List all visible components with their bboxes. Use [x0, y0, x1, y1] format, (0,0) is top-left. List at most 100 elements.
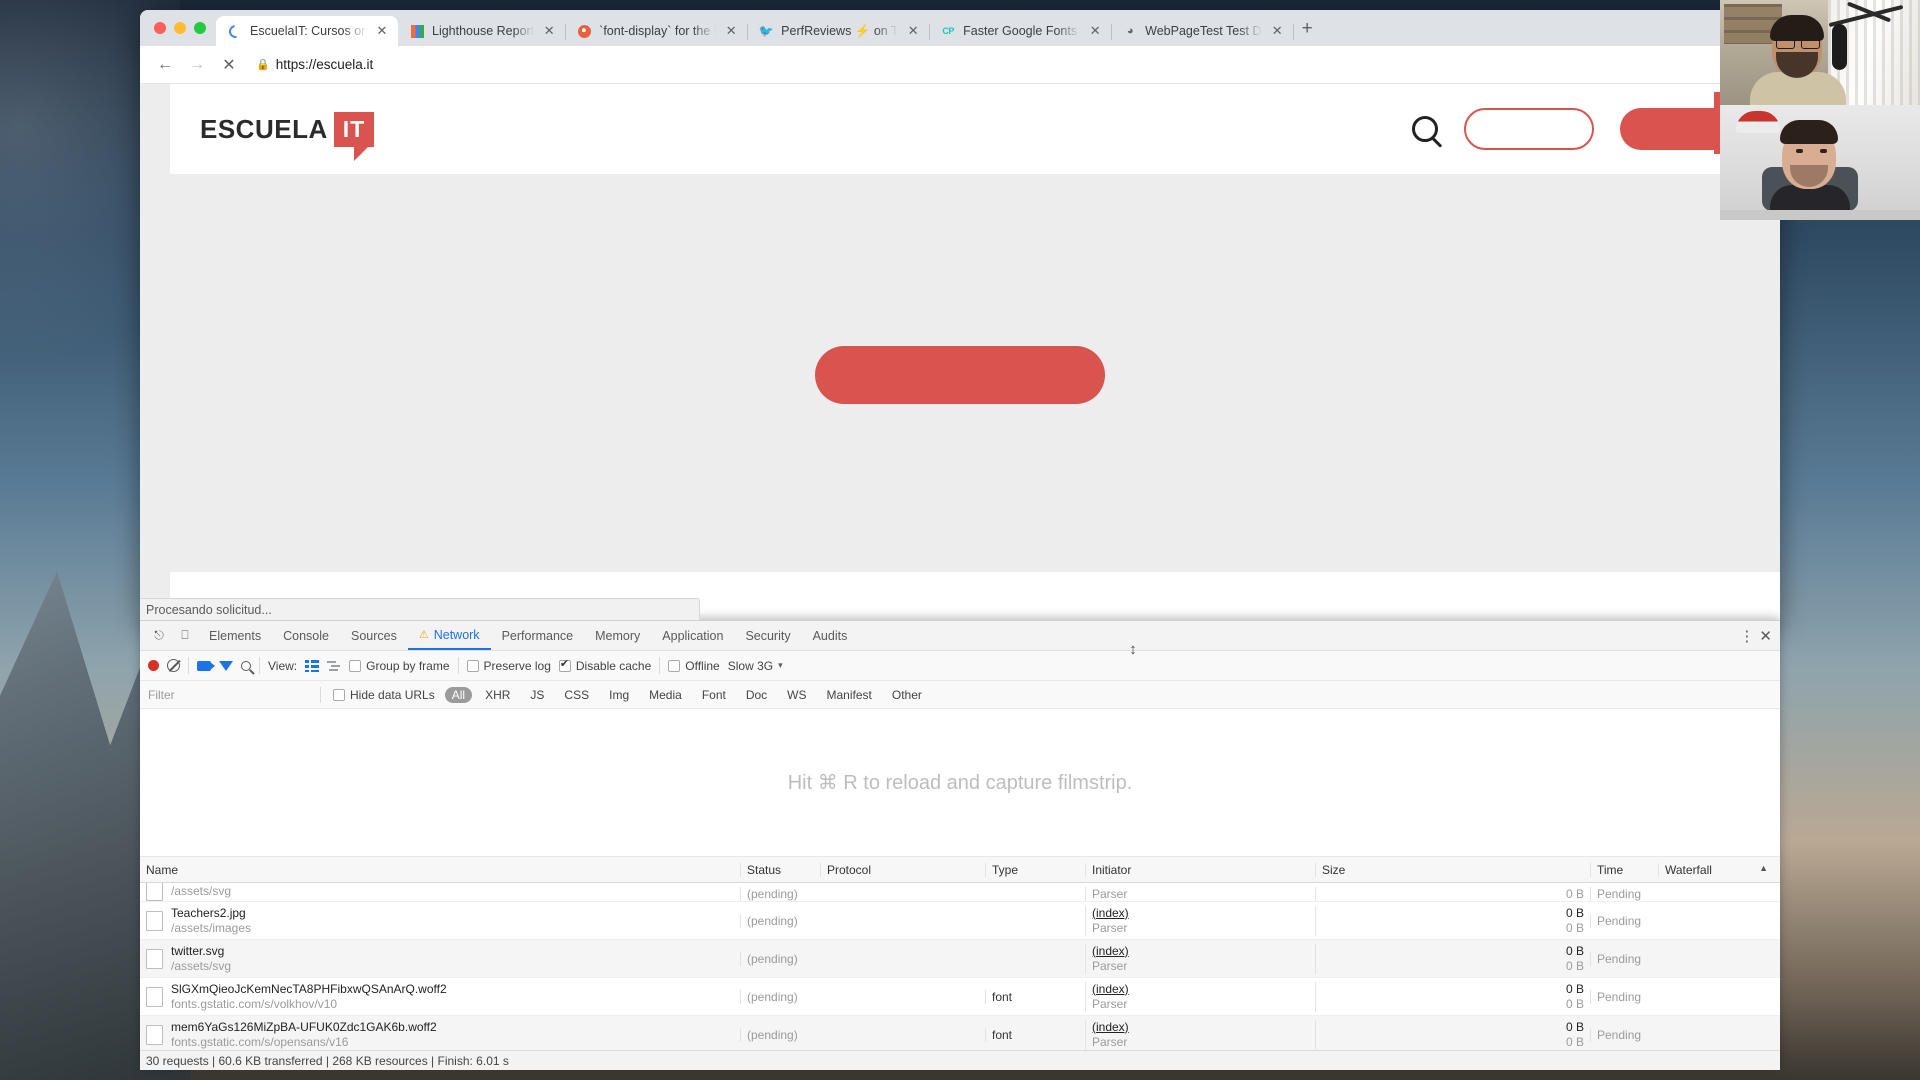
browser-tab-lighthouse-report[interactable]: Lighthouse Report ✕: [398, 16, 567, 46]
search-icon[interactable]: [1412, 116, 1438, 142]
row-initiator-link[interactable]: (index): [1092, 982, 1309, 997]
column-header-size[interactable]: Size: [1315, 862, 1590, 877]
tab-performance[interactable]: Performance: [491, 621, 585, 650]
type-filter-doc[interactable]: Doc: [739, 687, 774, 703]
browser-tab-escuelait[interactable]: EscuelaIT: Cursos online de De ✕: [216, 16, 398, 46]
hero-cta-button[interactable]: [815, 346, 1105, 404]
group-by-frame-checkbox[interactable]: Group by frame: [349, 659, 450, 673]
throttling-select[interactable]: Slow 3G ▾: [728, 659, 783, 673]
devtools-resize-handle[interactable]: ↕: [1128, 638, 1138, 660]
loading-spinner-icon: [225, 21, 245, 41]
url-bar[interactable]: 🔒 https://escuela.it: [246, 52, 1770, 78]
tab-close-icon[interactable]: ✕: [374, 23, 390, 39]
new-tab-button[interactable]: +: [1293, 15, 1321, 43]
devtools-more-options-icon[interactable]: ⋮: [1739, 627, 1755, 645]
row-initiator-link[interactable]: (index): [1092, 944, 1309, 959]
type-filter-img[interactable]: Img: [602, 687, 636, 703]
column-header-waterfall[interactable]: Waterfall ▲: [1658, 862, 1780, 877]
escuelait-logo[interactable]: ESCUELA IT: [200, 111, 375, 161]
row-name-file: Teachers2.jpg: [171, 905, 246, 920]
tab-close-icon[interactable]: ✕: [1087, 23, 1103, 39]
type-filter-media[interactable]: Media: [642, 687, 689, 703]
table-row[interactable]: twitter.svg /assets/svg (pending) (index…: [140, 940, 1780, 978]
stop-loading-icon[interactable]: ✕: [214, 50, 244, 80]
row-name-cell: SlGXmQieoJcKemNecTA8PHFibxwQSAnArQ.woff2…: [140, 982, 740, 1012]
tab-application[interactable]: Application: [651, 621, 734, 650]
column-header-time[interactable]: Time: [1590, 862, 1658, 877]
table-row[interactable]: SlGXmQieoJcKemNecTA8PHFibxwQSAnArQ.woff2…: [140, 978, 1780, 1016]
tab-audits[interactable]: Audits: [802, 621, 859, 650]
checkbox-label: Offline: [685, 658, 720, 673]
row-time-cell: Pending: [1590, 913, 1658, 928]
offline-checkbox[interactable]: Offline: [668, 658, 720, 673]
row-name-file: SlGXmQieoJcKemNecTA8PHFibxwQSAnArQ.woff2: [171, 981, 447, 996]
tab-security[interactable]: Security: [734, 621, 801, 650]
device-toolbar-icon[interactable]: ⎕: [172, 623, 198, 649]
column-header-initiator[interactable]: Initiator: [1085, 862, 1315, 877]
column-header-type[interactable]: Type: [985, 862, 1085, 877]
browser-tab-perfreviews-twitter[interactable]: 🐦 PerfReviews ⚡ on Twitter: "S ✕: [747, 16, 931, 46]
browser-window: EscuelaIT: Cursos online de De ✕ Lightho…: [140, 10, 1780, 620]
capture-screenshots-icon[interactable]: [197, 660, 215, 671]
tab-network[interactable]: ⚠ Network: [407, 621, 491, 650]
hide-data-urls-checkbox[interactable]: Hide data URLs: [333, 688, 435, 702]
tab-console[interactable]: Console: [272, 621, 340, 650]
checkbox-label: Disable cache: [575, 658, 652, 673]
tab-elements[interactable]: Elements: [198, 621, 272, 650]
row-initiator-cell: (index) Parser: [1085, 943, 1315, 974]
minimize-window-icon[interactable]: [174, 22, 186, 34]
browser-tab-faster-google-fonts[interactable]: CP Faster Google Fonts with Prec ✕: [929, 16, 1113, 46]
column-header-protocol[interactable]: Protocol: [820, 862, 985, 877]
tab-sources[interactable]: Sources: [340, 621, 408, 650]
search-icon[interactable]: [241, 660, 251, 671]
row-initiator-link[interactable]: (index): [1092, 1020, 1309, 1035]
column-header-name[interactable]: Name: [140, 863, 740, 877]
type-filter-font[interactable]: Font: [695, 687, 733, 703]
waterfall-view-icon[interactable]: [327, 659, 342, 672]
firefox-icon: [576, 23, 592, 39]
room-floor: [1720, 210, 1920, 220]
row-name-path: /assets/images: [171, 920, 252, 935]
tab-close-icon[interactable]: ✕: [905, 23, 921, 39]
type-filter-css[interactable]: CSS: [557, 687, 596, 703]
row-initiator-link[interactable]: (index): [1092, 906, 1309, 921]
zoom-window-icon[interactable]: [194, 22, 206, 34]
network-toolbar: View: Group by frame Preserve log Disabl…: [140, 651, 1780, 681]
record-button[interactable]: [148, 660, 159, 671]
browser-tab-strip: EscuelaIT: Cursos online de De ✕ Lightho…: [140, 10, 1780, 46]
tab-title: EscuelaIT: Cursos online de De: [250, 24, 367, 38]
table-row[interactable]: mem6YaGs126MiZpBA-UFUK0Zdc1GAK6b.woff2 f…: [140, 1016, 1780, 1054]
codepen-icon: CP: [942, 26, 954, 36]
table-row[interactable]: /assets/svg (pending) Parser 0 B Pending: [140, 883, 1780, 902]
presenter-top-camera: [1720, 0, 1920, 105]
preserve-log-checkbox[interactable]: Preserve log: [466, 659, 551, 673]
tab-close-icon[interactable]: ✕: [541, 23, 557, 39]
table-row[interactable]: Teachers2.jpg /assets/images (pending) (…: [140, 902, 1780, 940]
type-filter-js[interactable]: JS: [523, 687, 551, 703]
browser-tab-webpagetest[interactable]: ◕ WebPageTest Test Details - La ✕: [1111, 16, 1295, 46]
type-filter-all[interactable]: All: [444, 686, 473, 703]
chevron-down-icon: ▾: [778, 660, 783, 670]
list-view-icon[interactable]: [305, 659, 320, 672]
disable-cache-checkbox[interactable]: Disable cache: [558, 657, 652, 673]
type-filter-xhr[interactable]: XHR: [478, 687, 517, 703]
tab-close-icon[interactable]: ✕: [723, 23, 739, 39]
inspect-element-icon[interactable]: ⎋: [146, 623, 172, 649]
login-button[interactable]: [1464, 108, 1594, 150]
type-filter-manifest[interactable]: Manifest: [820, 687, 879, 703]
type-filter-other[interactable]: Other: [885, 687, 929, 703]
filter-icon[interactable]: [219, 660, 233, 671]
clear-button[interactable]: [167, 659, 180, 672]
tab-memory[interactable]: Memory: [584, 621, 651, 650]
close-window-icon[interactable]: [154, 22, 166, 34]
type-filter-ws[interactable]: WS: [780, 687, 813, 703]
back-icon[interactable]: ←: [150, 50, 180, 80]
browser-tab-font-display[interactable]: `font-display` for the Masses ✕: [565, 16, 749, 46]
filter-input[interactable]: Filter: [148, 688, 308, 702]
tab-close-icon[interactable]: ✕: [1269, 23, 1285, 39]
column-header-status[interactable]: Status: [740, 862, 820, 877]
sort-ascending-icon[interactable]: ▲: [1759, 863, 1774, 877]
tab-title: Faster Google Fonts with Prec: [963, 24, 1080, 38]
devtools-close-icon[interactable]: ✕: [1759, 627, 1772, 645]
forward-icon[interactable]: →: [182, 50, 212, 80]
